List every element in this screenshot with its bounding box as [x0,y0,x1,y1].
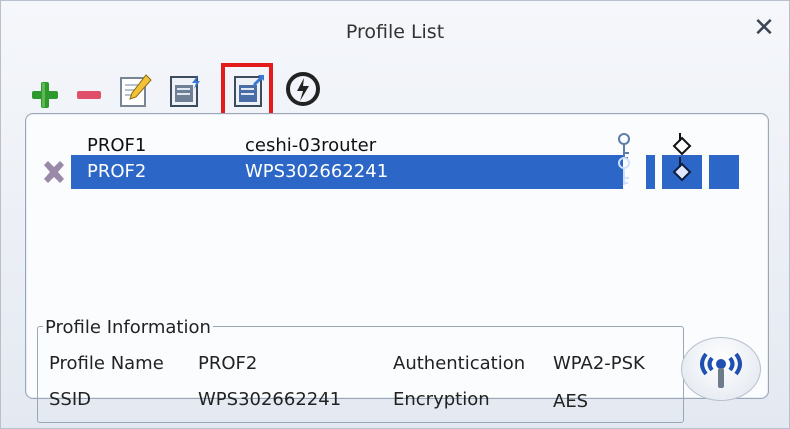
import-icon [170,75,200,107]
profile-name: PROF1 [87,135,147,156]
highlight-box [221,63,273,119]
profile-ssid: WPS302662241 [245,161,389,182]
remove-profile-button[interactable] [67,73,111,117]
authentication-label: Authentication [393,353,526,374]
disconnected-x-icon [44,161,64,183]
edit-profile-button[interactable] [113,69,157,113]
close-button[interactable]: ✕ [751,15,777,41]
ssid-label: SSID [49,389,92,410]
window-title: Profile List [345,21,445,43]
profile-name: PROF2 [87,161,147,182]
key-icon [618,157,630,185]
encryption-label: Encryption [393,389,490,410]
profile-name-value: PROF2 [198,353,258,374]
authentication-value: WPA2-PSK [553,353,645,374]
profile-row-selected[interactable]: PROF2 WPS302662241 [1,157,790,187]
profile-name-label: Profile Name [49,353,164,374]
profile-ssid: ceshi-03router [245,135,377,156]
plus-icon [32,82,58,108]
activate-icon [286,72,320,106]
minus-icon [77,91,101,99]
encryption-value: AES [553,391,589,412]
add-profile-button[interactable] [23,73,67,117]
wireless-radio-button[interactable] [681,337,761,401]
ssid-value: WPS302662241 [198,389,342,410]
activate-profile-button[interactable] [281,67,325,111]
connect-hand-icon [672,157,692,182]
wireless-signal-icon [700,352,742,388]
profile-information-legend: Profile Information [43,317,213,338]
profile-list-window: Profile List ✕ PROF1 ceshi-03router PROF… [0,0,790,429]
edit-page-icon [120,74,152,107]
import-profile-button[interactable] [163,69,207,113]
